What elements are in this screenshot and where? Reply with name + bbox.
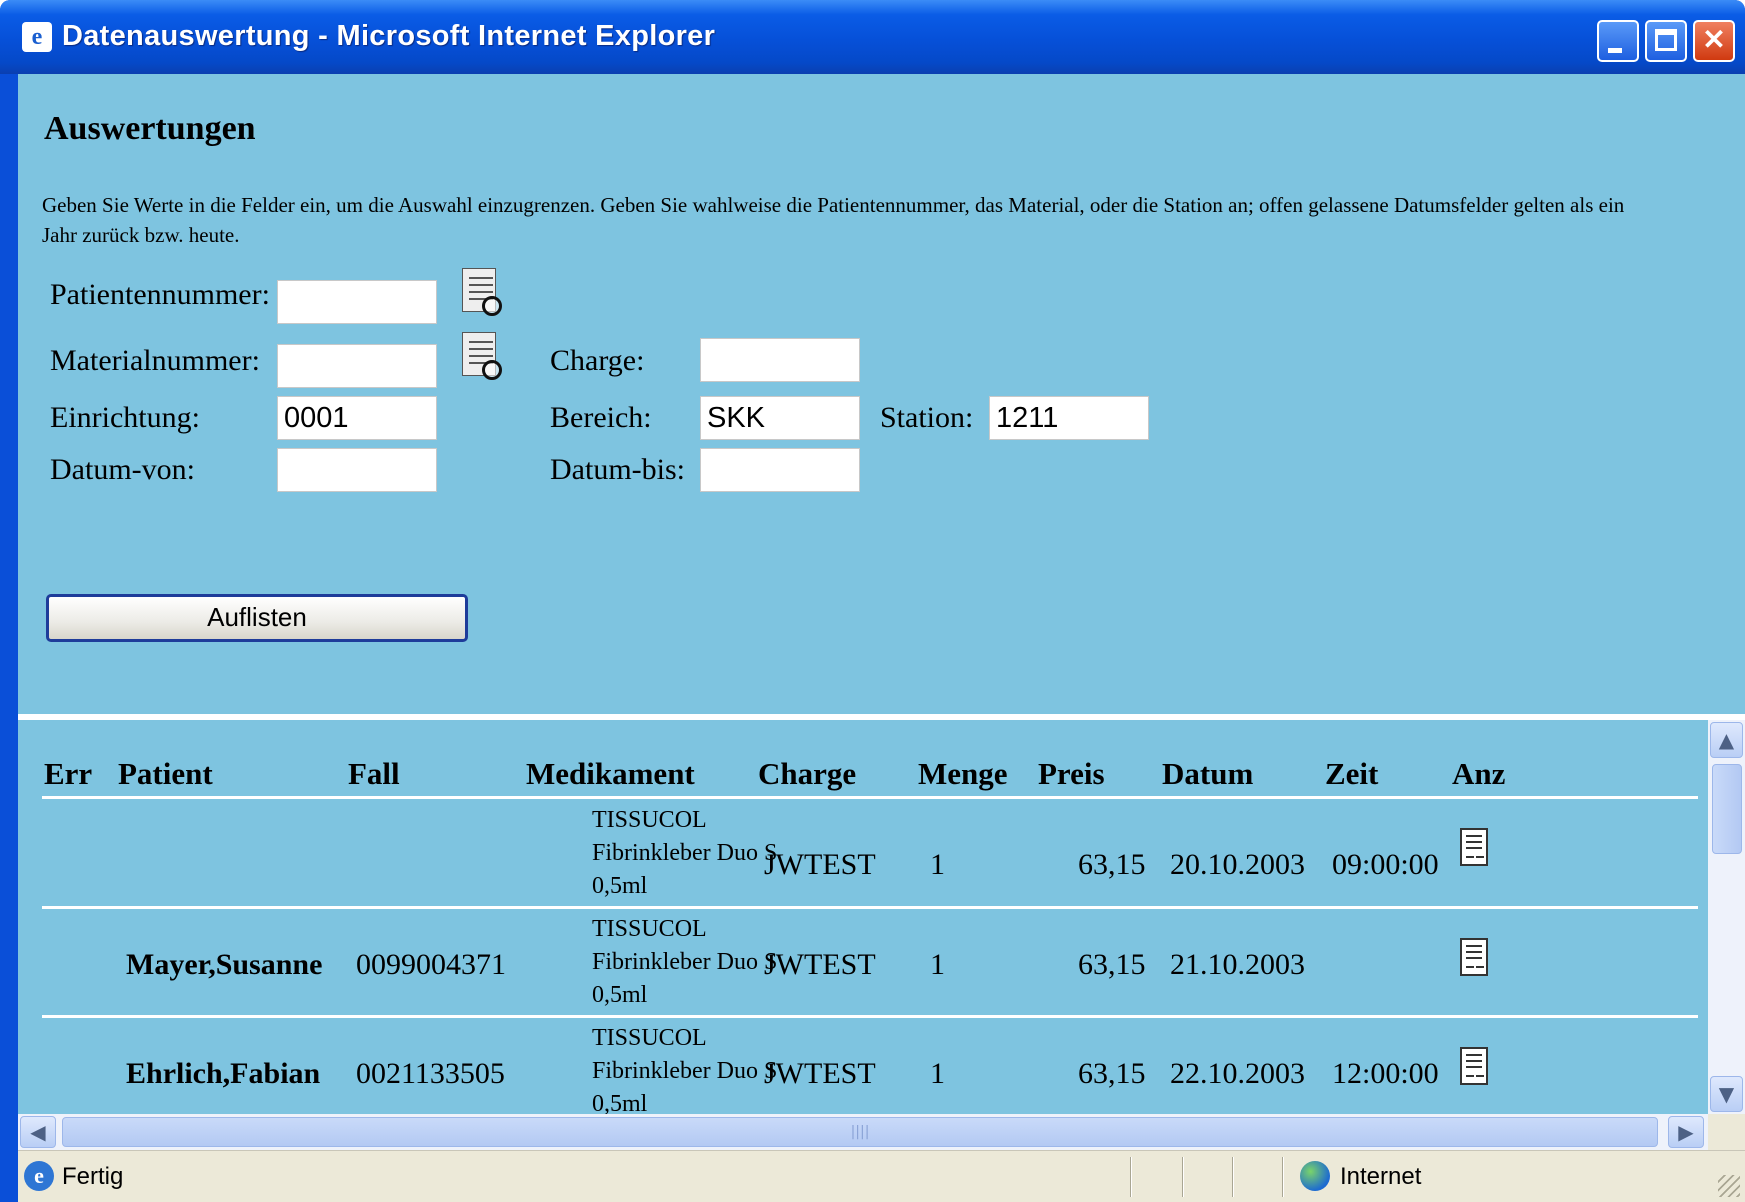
chevron-right-icon: ▶: [1678, 1120, 1694, 1144]
window-title: Datenauswertung - Microsoft Internet Exp…: [62, 20, 716, 52]
scroll-right-button[interactable]: ▶: [1668, 1116, 1704, 1148]
status-bar: e Fertig Internet: [18, 1150, 1745, 1202]
cell-menge: 1: [930, 948, 945, 981]
security-zone-text: Internet: [1340, 1163, 1422, 1190]
cell-preis: 63,15: [1078, 1057, 1146, 1090]
details-icon[interactable]: [1460, 1047, 1488, 1085]
description-text: Geben Sie Werte in die Felder ein, um di…: [42, 193, 1625, 247]
status-separator: [1130, 1157, 1132, 1197]
results-frame: Err Patient Fall Medikament Charge Menge…: [18, 720, 1708, 1114]
header-preis: Preis: [1038, 756, 1105, 791]
material-lookup-button[interactable]: [460, 330, 504, 384]
scroll-up-button[interactable]: ▲: [1710, 722, 1743, 758]
einrichtung-label: Einrichtung:: [50, 401, 200, 434]
magnifier-icon: [482, 360, 502, 380]
cell-datum: 21.10.2003: [1170, 948, 1305, 981]
header-medikament: Medikament: [526, 756, 695, 791]
cell-charge: JWTEST: [764, 848, 876, 881]
cell-datum: 22.10.2003: [1170, 1057, 1305, 1090]
cell-medikament: TISSUCOL Fibrinkleber Duo S 0,5ml: [592, 807, 778, 899]
cell-fall: 0021133505: [356, 1057, 505, 1090]
vertical-scroll-thumb[interactable]: [1712, 764, 1742, 854]
cell-preis: 63,15: [1078, 948, 1146, 981]
header-menge: Menge: [918, 756, 1008, 791]
patient-lookup-button[interactable]: [460, 266, 504, 320]
scroll-down-button[interactable]: ▼: [1710, 1076, 1743, 1112]
einrichtung-input[interactable]: 0001: [277, 396, 437, 440]
charge-input[interactable]: [700, 338, 860, 382]
scroll-corner: [1708, 1114, 1745, 1150]
resize-grip-icon[interactable]: [1718, 1175, 1740, 1197]
magnifier-icon: [482, 296, 502, 316]
internet-explorer-icon: e: [22, 22, 52, 52]
cell-preis: 63,15: [1078, 848, 1146, 881]
datum-von-label: Datum-von:: [50, 453, 195, 486]
bereich-input[interactable]: SKK: [700, 396, 860, 440]
header-charge: Charge: [758, 756, 857, 791]
charge-label: Charge:: [550, 344, 645, 377]
header-fall: Fall: [348, 756, 400, 791]
internet-zone-icon: [1300, 1161, 1330, 1191]
cell-charge: JWTEST: [764, 948, 876, 981]
row-rule: [42, 1015, 1698, 1018]
cell-menge: 1: [930, 848, 945, 881]
cell-patient: Ehrlich,Fabian: [126, 1057, 321, 1090]
datum-bis-label: Datum-bis:: [550, 453, 685, 486]
cell-menge: 1: [930, 1057, 945, 1090]
header-err: Err: [44, 756, 93, 791]
header-datum: Datum: [1162, 756, 1254, 791]
status-separator: [1232, 1157, 1234, 1197]
filter-frame: Auswertungen Geben Sie Werte in die Feld…: [18, 74, 1745, 714]
cell-datum: 20.10.2003: [1170, 848, 1305, 881]
bereich-label: Bereich:: [550, 401, 652, 434]
cell-zeit: 12:00:00: [1332, 1057, 1439, 1090]
datum-von-input[interactable]: [277, 448, 437, 492]
row-rule: [42, 906, 1698, 909]
status-separator: [1282, 1157, 1284, 1197]
page-title: Auswertungen: [44, 110, 256, 147]
header-patient: Patient: [118, 756, 213, 791]
header-anz: Anz: [1452, 756, 1506, 791]
maximize-button[interactable]: [1645, 20, 1687, 62]
grip-icon: ||||: [850, 1124, 870, 1140]
title-bar[interactable]: e Datenauswertung - Microsoft Internet E…: [0, 0, 1745, 74]
cell-zeit: 09:00:00: [1332, 848, 1439, 881]
station-label: Station:: [880, 401, 974, 434]
chevron-down-icon: ▼: [1718, 1082, 1735, 1106]
minimize-icon: [1608, 48, 1622, 53]
chevron-up-icon: ▲: [1718, 728, 1735, 752]
browser-window: e Datenauswertung - Microsoft Internet E…: [0, 0, 1745, 1202]
cell-patient: Mayer,Susanne: [126, 948, 323, 981]
cell-medikament: TISSUCOL Fibrinkleber Duo S 0,5ml: [592, 916, 778, 1008]
vertical-scrollbar[interactable]: ▲ ▼: [1708, 720, 1745, 1114]
patientennummer-label: Patientennummer:: [50, 278, 270, 311]
chevron-left-icon: ◀: [30, 1120, 46, 1144]
scroll-left-button[interactable]: ◀: [20, 1116, 56, 1148]
auflisten-button[interactable]: Auflisten: [46, 594, 468, 642]
cell-fall: 0099004371: [356, 948, 506, 981]
patientennummer-input[interactable]: [277, 280, 437, 324]
horizontal-scroll-thumb[interactable]: ||||: [62, 1117, 1658, 1147]
materialnummer-label: Materialnummer:: [50, 344, 260, 377]
details-icon[interactable]: [1460, 938, 1488, 976]
close-icon: ✕: [1702, 24, 1726, 55]
header-rule: [42, 796, 1698, 799]
minimize-button[interactable]: [1597, 20, 1639, 62]
status-text: Fertig: [62, 1163, 124, 1190]
status-separator: [1182, 1157, 1184, 1197]
close-button[interactable]: ✕: [1693, 20, 1735, 62]
datum-bis-input[interactable]: [700, 448, 860, 492]
cell-charge: JWTEST: [764, 1057, 876, 1090]
materialnummer-input[interactable]: [277, 344, 437, 388]
maximize-icon: [1655, 29, 1677, 51]
station-input[interactable]: 1211: [989, 396, 1149, 440]
header-zeit: Zeit: [1325, 756, 1379, 791]
horizontal-scrollbar[interactable]: ◀ |||| ▶: [18, 1114, 1708, 1150]
page-status-icon: e: [24, 1161, 54, 1191]
details-icon[interactable]: [1460, 828, 1488, 866]
cell-medikament: TISSUCOL Fibrinkleber Duo S 0,5ml: [592, 1025, 778, 1114]
